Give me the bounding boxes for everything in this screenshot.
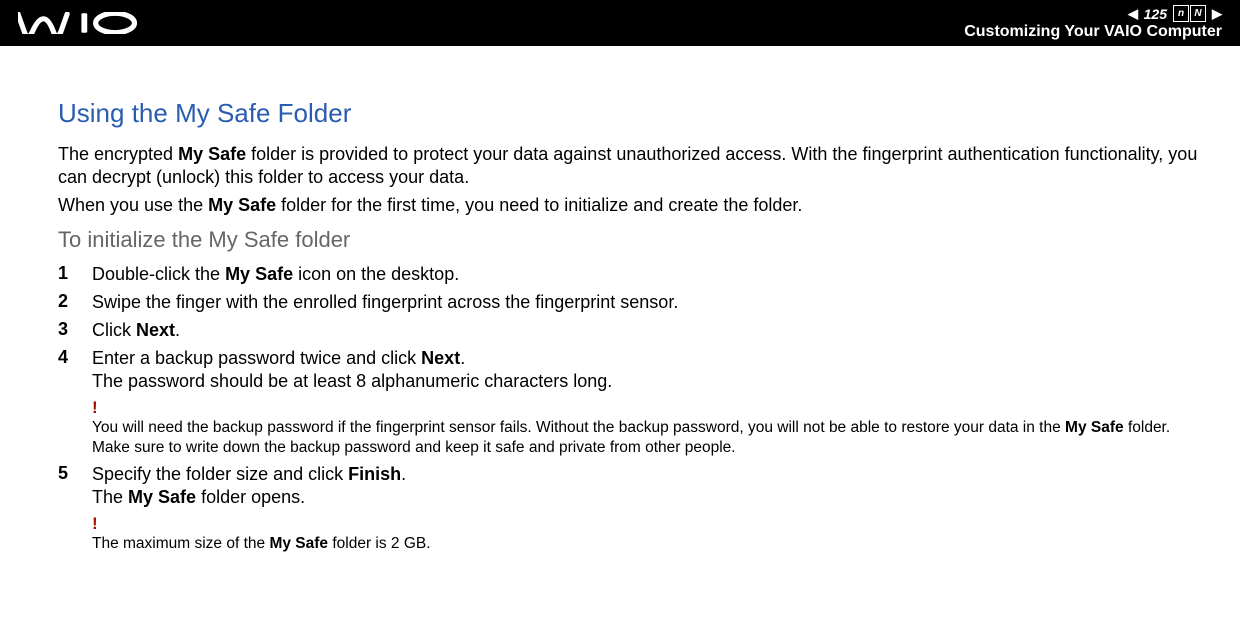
- text: The maximum size of the: [92, 535, 269, 552]
- text-bold: Next: [136, 320, 175, 340]
- step-body: Enter a backup password twice and click …: [92, 347, 612, 393]
- page-heading: Using the My Safe Folder: [58, 98, 1200, 129]
- text: icon on the desktop.: [293, 264, 459, 284]
- list-item: 5 Specify the folder size and click Fini…: [58, 463, 1200, 509]
- steps-list-cont: 5 Specify the folder size and click Fini…: [58, 463, 1200, 509]
- step-body: Specify the folder size and click Finish…: [92, 463, 406, 509]
- text-bold: My Safe: [1065, 419, 1124, 436]
- step-number: 4: [58, 347, 70, 368]
- vaio-logo-svg: [18, 12, 147, 34]
- prev-page-icon[interactable]: ▶: [1128, 6, 1138, 22]
- list-item: 4 Enter a backup password twice and clic…: [58, 347, 1200, 393]
- header-right: ▶ 125 n N ▶ Customizing Your VAIO Comput…: [964, 5, 1222, 41]
- warning-note: ! The maximum size of the My Safe folder…: [92, 515, 1200, 554]
- text: folder for the first time, you need to i…: [276, 195, 802, 215]
- warning-body: The maximum size of the My Safe folder i…: [92, 534, 1200, 554]
- nav-letter-big-n[interactable]: N: [1190, 5, 1206, 22]
- list-item: 3 Click Next.: [58, 319, 1200, 342]
- text-bold: My Safe: [128, 487, 196, 507]
- text-bold: My Safe: [178, 144, 246, 164]
- header-title: Customizing Your VAIO Computer: [964, 23, 1222, 41]
- text-bold: My Safe: [225, 264, 293, 284]
- list-item: 1 Double-click the My Safe icon on the d…: [58, 263, 1200, 286]
- text: .: [460, 348, 465, 368]
- text: Enter a backup password twice and click: [92, 348, 421, 368]
- content: Using the My Safe Folder The encrypted M…: [0, 46, 1240, 554]
- list-item: 2 Swipe the finger with the enrolled fin…: [58, 291, 1200, 314]
- next-page-icon[interactable]: ▶: [1212, 6, 1222, 22]
- text: .: [401, 464, 406, 484]
- step-body: Swipe the finger with the enrolled finge…: [92, 291, 678, 314]
- nav-letters: n N: [1173, 5, 1206, 22]
- text-bold: Finish: [348, 464, 401, 484]
- page-nav: ▶ 125 n N ▶: [1128, 5, 1222, 22]
- text: folder is 2 GB.: [328, 535, 431, 552]
- text-bold: My Safe: [269, 535, 328, 552]
- text: The encrypted: [58, 144, 178, 164]
- warning-body: You will need the backup password if the…: [92, 418, 1200, 458]
- text: When you use the: [58, 195, 208, 215]
- vaio-logo: [18, 12, 147, 34]
- header-bar: ▶ 125 n N ▶ Customizing Your VAIO Comput…: [0, 0, 1240, 46]
- step-body: Click Next.: [92, 319, 180, 342]
- text-bold: Next: [421, 348, 460, 368]
- warning-note: ! You will need the backup password if t…: [92, 399, 1200, 458]
- step-number: 5: [58, 463, 70, 484]
- text: The: [92, 487, 128, 507]
- text: folder opens.: [196, 487, 305, 507]
- nav-letter-n[interactable]: n: [1173, 5, 1189, 22]
- text: You will need the backup password if the…: [92, 419, 1065, 436]
- step-number: 2: [58, 291, 70, 312]
- steps-list: 1 Double-click the My Safe icon on the d…: [58, 263, 1200, 393]
- text: Specify the folder size and click: [92, 464, 348, 484]
- intro-para-1: The encrypted My Safe folder is provided…: [58, 143, 1200, 188]
- text: .: [175, 320, 180, 340]
- page-number: 125: [1144, 6, 1167, 22]
- subheading: To initialize the My Safe folder: [58, 227, 1200, 253]
- text-bold: My Safe: [208, 195, 276, 215]
- text: The password should be at least 8 alphan…: [92, 371, 612, 391]
- step-number: 1: [58, 263, 70, 284]
- text: Click: [92, 320, 136, 340]
- step-number: 3: [58, 319, 70, 340]
- warning-icon: !: [92, 399, 1200, 416]
- step-body: Double-click the My Safe icon on the des…: [92, 263, 459, 286]
- text: Double-click the: [92, 264, 225, 284]
- warning-icon: !: [92, 515, 1200, 532]
- intro-para-2: When you use the My Safe folder for the …: [58, 194, 1200, 217]
